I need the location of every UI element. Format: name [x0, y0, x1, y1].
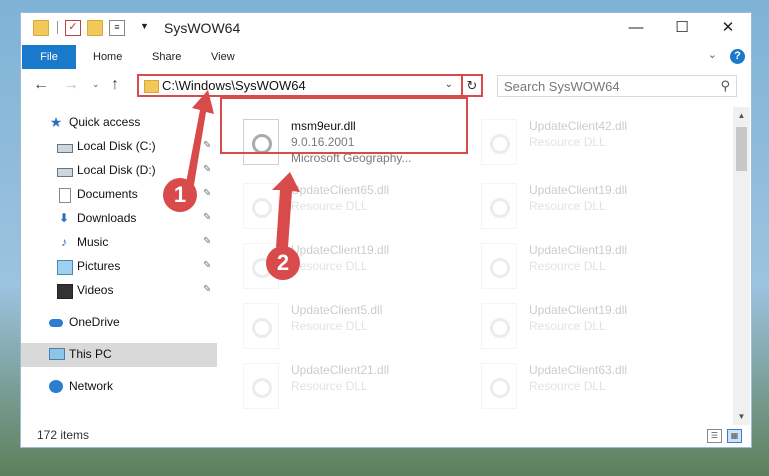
step-marker-1: 1 — [163, 178, 197, 212]
arrow-2 — [272, 172, 300, 247]
arrow-1 — [186, 90, 214, 185]
step-marker-2: 2 — [266, 246, 300, 280]
annotation-arrows — [186, 90, 300, 247]
